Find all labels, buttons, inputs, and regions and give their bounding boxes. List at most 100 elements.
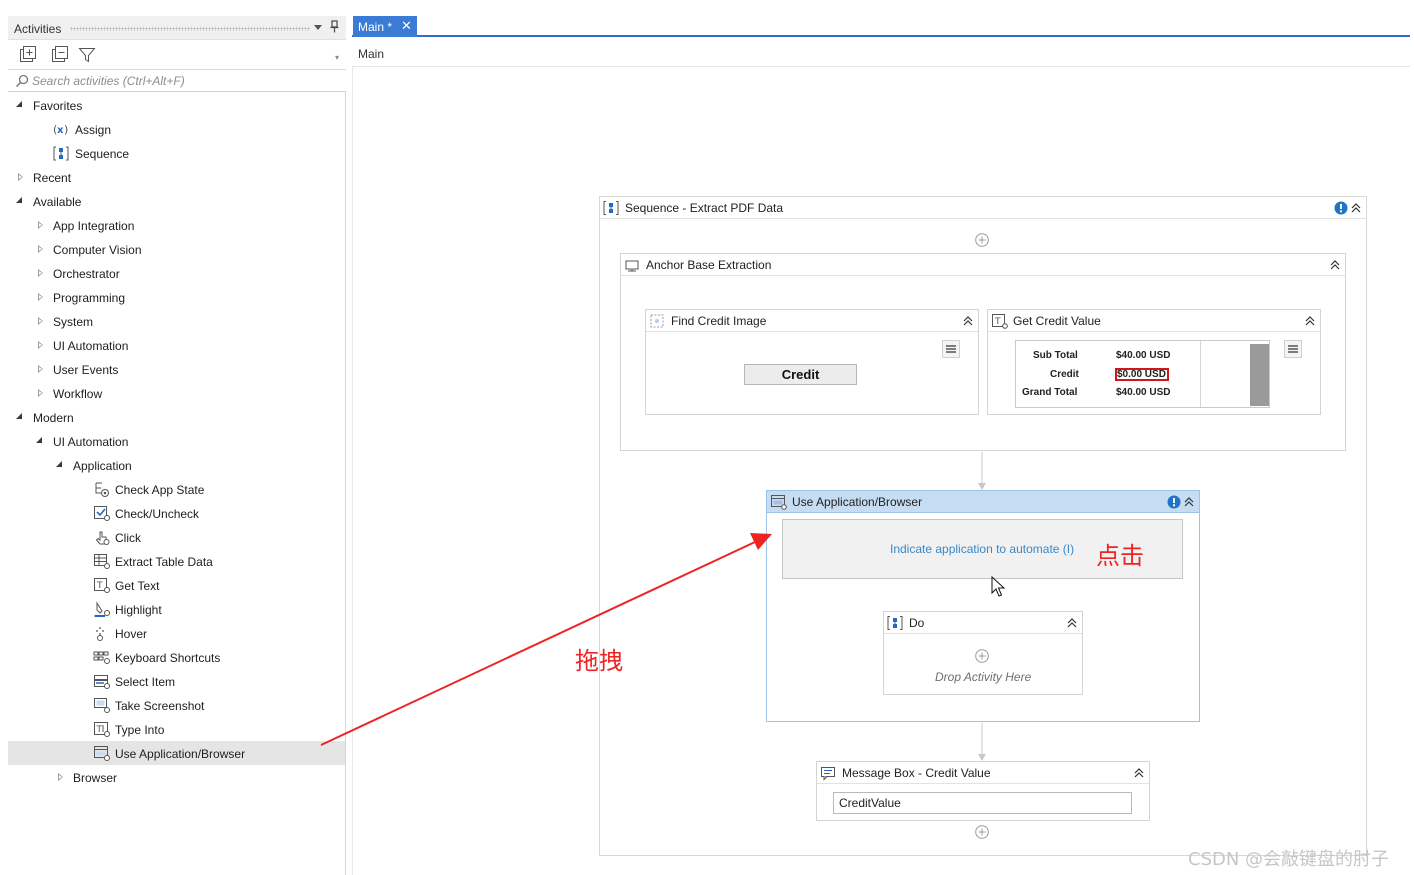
activity-type-into[interactable]: T Type Into <box>8 717 345 741</box>
message-text-field[interactable] <box>833 792 1132 814</box>
tree-item-label: Type Into <box>115 723 165 737</box>
tree-node-orchestrator[interactable]: Orchestrator <box>8 261 345 285</box>
tree-node-label: UI Automation <box>53 435 129 449</box>
add-activity-icon[interactable] <box>975 825 989 839</box>
expander-closed-icon[interactable] <box>38 317 43 325</box>
tree-item-assign[interactable]: (x) Assign <box>8 117 345 141</box>
do-header[interactable]: Do <box>884 612 1082 634</box>
anchor-base-header[interactable]: Anchor Base Extraction <box>621 254 1345 276</box>
tab-label: Main * <box>358 20 393 34</box>
activity-check-uncheck[interactable]: Check/Uncheck <box>8 501 345 525</box>
expander-closed-icon[interactable] <box>38 365 43 373</box>
tree-node-user-events[interactable]: User Events <box>8 357 345 381</box>
expander-closed-icon[interactable] <box>38 389 43 397</box>
tree-node-available[interactable]: Available <box>8 189 345 213</box>
expander-closed-icon[interactable] <box>38 221 43 229</box>
expander-open-icon[interactable] <box>16 101 22 107</box>
tree-node-system[interactable]: System <box>8 309 345 333</box>
add-activity-icon[interactable] <box>975 233 989 247</box>
find-image-header[interactable]: Find Credit Image <box>646 310 978 332</box>
tree-node-favorites[interactable]: Favorites <box>8 93 345 117</box>
indicate-application-link[interactable]: Indicate application to automate (I) <box>890 542 1074 556</box>
pin-icon[interactable] <box>330 20 339 36</box>
watermark: CSDN @会敲键盘的肘子 <box>1188 849 1390 870</box>
collapse-icon[interactable] <box>1066 617 1078 629</box>
info-icon[interactable] <box>1334 201 1348 215</box>
breadcrumb[interactable]: Main <box>358 47 384 61</box>
expander-closed-icon[interactable] <box>38 341 43 349</box>
activity-extract-table-data[interactable]: Extract Table Data <box>8 549 345 573</box>
tree-node-computer-vision[interactable]: Computer Vision <box>8 237 345 261</box>
info-icon[interactable] <box>1167 495 1181 509</box>
message-box-activity[interactable]: Message Box - Credit Value <box>816 761 1150 821</box>
get-text-header[interactable]: T Get Credit Value <box>988 310 1320 332</box>
search-input[interactable] <box>32 72 332 90</box>
collapse-icon[interactable] <box>1304 315 1316 327</box>
tree-node-label: Recent <box>33 171 72 185</box>
tree-node-app-integration[interactable]: App Integration <box>8 213 345 237</box>
close-icon[interactable]: ✕ <box>401 18 412 34</box>
collapse-icon[interactable] <box>1329 259 1341 271</box>
expand-all-icon[interactable] <box>18 46 36 64</box>
expander-open-icon[interactable] <box>56 461 62 467</box>
activity-check-app-state[interactable]: Check App State <box>8 477 345 501</box>
tree-node-workflow[interactable]: Workflow <box>8 381 345 405</box>
hover-icon <box>93 625 111 642</box>
toolbar-overflow-icon[interactable]: ▾ <box>335 54 339 62</box>
collapse-icon[interactable] <box>1350 202 1362 214</box>
use-application-header[interactable]: Use Application/Browser <box>767 491 1199 513</box>
tree-node-label: App Integration <box>53 219 135 233</box>
sequence-header[interactable]: Sequence - Extract PDF Data <box>600 197 1366 219</box>
target-image-preview[interactable]: Credit <box>744 364 857 385</box>
activity-get-text[interactable]: T Get Text <box>8 573 345 597</box>
activity-take-screenshot[interactable]: Take Screenshot <box>8 693 345 717</box>
expander-open-icon[interactable] <box>36 437 42 443</box>
activity-hover[interactable]: Hover <box>8 621 345 645</box>
collapse-icon[interactable] <box>1183 496 1195 508</box>
get-text-activity[interactable]: T Get Credit Value Sub Total $40.00 USD … <box>987 309 1321 415</box>
menu-icon[interactable] <box>942 340 960 358</box>
tab-main[interactable]: Main * ✕ <box>353 16 417 37</box>
expander-closed-icon[interactable] <box>38 245 43 253</box>
find-image-icon <box>649 313 666 329</box>
tree-item-label: Get Text <box>115 579 160 593</box>
collapse-icon[interactable] <box>1133 767 1145 779</box>
tree-node-browser[interactable]: Browser <box>8 765 345 789</box>
filter-icon[interactable] <box>78 46 96 64</box>
panel-drag-grip[interactable] <box>70 27 310 31</box>
tree-node-modern[interactable]: Modern <box>8 405 345 429</box>
collapse-all-icon[interactable] <box>50 46 68 64</box>
activity-keyboard-shortcuts[interactable]: Keyboard Shortcuts <box>8 645 345 669</box>
activity-click[interactable]: Click <box>8 525 345 549</box>
tree-item-label: Keyboard Shortcuts <box>115 651 221 665</box>
expander-closed-icon[interactable] <box>38 269 43 277</box>
message-box-header[interactable]: Message Box - Credit Value <box>817 762 1149 784</box>
tree-node-label: UI Automation <box>53 339 129 353</box>
document-tab-strip: Main * ✕ <box>352 16 1410 37</box>
expander-closed-icon[interactable] <box>18 173 23 181</box>
search-icon <box>15 74 29 88</box>
chevron-down-icon[interactable] <box>314 25 322 30</box>
menu-icon[interactable] <box>1284 340 1302 358</box>
tree-node-recent[interactable]: Recent <box>8 165 345 189</box>
collapse-icon[interactable] <box>962 315 974 327</box>
target-screenshot-thumbnail[interactable]: Sub Total $40.00 USD Credit $0.00 USD Gr… <box>1015 340 1270 408</box>
find-image-activity[interactable]: Find Credit Image Credit <box>645 309 979 415</box>
canvas-divider <box>352 67 353 875</box>
tree-node-ui-automation[interactable]: UI Automation <box>8 333 345 357</box>
expander-closed-icon[interactable] <box>58 773 63 781</box>
tree-node-application[interactable]: Application <box>8 453 345 477</box>
activity-use-application-browser[interactable]: Use Application/Browser <box>8 741 345 765</box>
expander-closed-icon[interactable] <box>38 293 43 301</box>
tree-node-programming[interactable]: Programming <box>8 285 345 309</box>
tree-item-sequence[interactable]: Sequence <box>8 141 345 165</box>
tree-node-modern-ui-automation[interactable]: UI Automation <box>8 429 345 453</box>
do-sequence[interactable]: Do Drop Activity Here <box>883 611 1083 695</box>
activity-select-item[interactable]: Select Item <box>8 669 345 693</box>
add-activity-icon[interactable] <box>975 649 989 663</box>
tree-node-label: User Events <box>53 363 119 377</box>
expander-open-icon[interactable] <box>16 413 22 419</box>
activity-highlight[interactable]: Highlight <box>8 597 345 621</box>
svg-text:T: T <box>96 581 103 591</box>
expander-open-icon[interactable] <box>16 197 22 203</box>
